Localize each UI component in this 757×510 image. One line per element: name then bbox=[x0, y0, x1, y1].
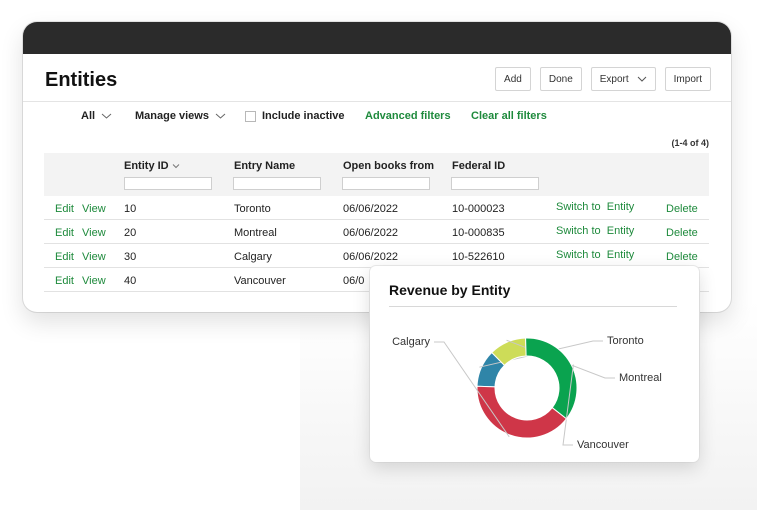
open-books-cell: 06/06/2022 bbox=[343, 251, 399, 263]
chevron-down-icon bbox=[215, 113, 226, 119]
edit-link[interactable]: Edit bbox=[55, 203, 74, 215]
table-row: Edit View 30 Calgary 06/06/2022 10-52261… bbox=[44, 244, 709, 268]
column-header-open-books[interactable]: Open books from bbox=[343, 160, 434, 172]
filter-bar: All Manage views Include inactive Advanc… bbox=[23, 102, 731, 132]
sort-chevron-icon bbox=[172, 164, 179, 169]
manage-views-label: Manage views bbox=[135, 110, 209, 122]
switch-entity-link[interactable]: Switch to Entity bbox=[556, 201, 634, 213]
federal-id-cell: 10-522610 bbox=[452, 251, 505, 263]
entry-name-cell: Montreal bbox=[234, 227, 277, 239]
open-books-filter-input[interactable] bbox=[342, 177, 430, 190]
entity-id-cell: 10 bbox=[124, 203, 137, 215]
manage-views-dropdown[interactable]: Manage views bbox=[135, 110, 226, 122]
legend-label-toronto: Toronto bbox=[607, 335, 644, 347]
add-button[interactable]: Add bbox=[495, 67, 531, 91]
import-button-label: Import bbox=[673, 73, 702, 85]
entry-name-cell: Calgary bbox=[234, 251, 272, 263]
delete-link[interactable]: Delete bbox=[666, 227, 698, 239]
record-count: (1-4 of 4) bbox=[671, 138, 709, 148]
include-inactive-label: Include inactive bbox=[262, 110, 345, 122]
open-books-cell: 06/06/2022 bbox=[343, 227, 399, 239]
delete-link[interactable]: Delete bbox=[666, 203, 698, 215]
advanced-filters-link[interactable]: Advanced filters bbox=[365, 110, 451, 122]
entity-id-cell: 30 bbox=[124, 251, 137, 263]
table-header: Entity ID Entry Name Open books from Fed… bbox=[44, 153, 709, 196]
toolbar: Add Done Export Import bbox=[495, 67, 711, 91]
chevron-down-icon bbox=[637, 76, 647, 82]
edit-link[interactable]: Edit bbox=[55, 275, 74, 287]
view-selector-label: All bbox=[81, 110, 96, 122]
done-button-label: Done bbox=[548, 73, 573, 85]
column-header-federal-id[interactable]: Federal ID bbox=[452, 160, 505, 172]
entry-name-cell: Vancouver bbox=[234, 275, 286, 287]
table-row: Edit View 20 Montreal 06/06/2022 10-0008… bbox=[44, 220, 709, 244]
legend-label-vancouver: Vancouver bbox=[577, 439, 629, 451]
add-button-label: Add bbox=[504, 73, 522, 85]
switch-entity-link[interactable]: Switch to Entity bbox=[556, 249, 634, 261]
entry-name-filter-input[interactable] bbox=[233, 177, 321, 190]
table-row: Edit View 10 Toronto 06/06/2022 10-00002… bbox=[44, 196, 709, 220]
import-button[interactable]: Import bbox=[664, 67, 711, 91]
column-header-label: Entity ID bbox=[124, 160, 169, 172]
window-titlebar bbox=[23, 22, 731, 54]
entry-name-cell: Toronto bbox=[234, 203, 271, 215]
edit-link[interactable]: Edit bbox=[55, 227, 74, 239]
column-header-entity-id[interactable]: Entity ID bbox=[124, 160, 180, 172]
switch-entity-link[interactable]: Switch to Entity bbox=[556, 225, 634, 237]
federal-id-cell: 10-000023 bbox=[452, 203, 505, 215]
donut-slice-vancouver bbox=[525, 337, 578, 420]
legend-label-calgary: Calgary bbox=[392, 336, 430, 348]
include-inactive-toggle[interactable]: Include inactive bbox=[245, 110, 345, 122]
view-link[interactable]: View bbox=[82, 275, 106, 287]
include-inactive-checkbox[interactable] bbox=[245, 110, 256, 122]
column-header-entry-name[interactable]: Entry Name bbox=[234, 160, 295, 172]
view-link[interactable]: View bbox=[82, 251, 106, 263]
chevron-down-icon bbox=[101, 113, 112, 119]
clear-filters-link[interactable]: Clear all filters bbox=[471, 110, 547, 122]
edit-link[interactable]: Edit bbox=[55, 251, 74, 263]
open-books-cell: 06/06/2022 bbox=[343, 203, 399, 215]
entity-id-cell: 20 bbox=[124, 227, 137, 239]
view-link[interactable]: View bbox=[82, 227, 106, 239]
donut-slice-calgary bbox=[476, 385, 568, 439]
delete-link[interactable]: Delete bbox=[666, 251, 698, 263]
view-selector-all[interactable]: All bbox=[81, 110, 112, 122]
revenue-chart-card: Revenue by Entity Toronto Montreal Vancouv… bbox=[370, 266, 699, 462]
donut-chart: Toronto Montreal Vancouver Calgary bbox=[392, 335, 662, 451]
done-button[interactable]: Done bbox=[539, 67, 582, 91]
stage: Entities Add Done Export Import All Mana… bbox=[0, 0, 757, 510]
page-title: Entities bbox=[45, 69, 118, 91]
view-link[interactable]: View bbox=[82, 203, 106, 215]
federal-id-filter-input[interactable] bbox=[451, 177, 539, 190]
open-books-cell: 06/0 bbox=[343, 275, 365, 287]
export-button-label: Export bbox=[599, 73, 629, 85]
entity-id-filter-input[interactable] bbox=[124, 177, 212, 190]
export-button[interactable]: Export bbox=[590, 67, 656, 91]
page-header: Entities Add Done Export Import bbox=[23, 54, 731, 102]
entity-id-cell: 40 bbox=[124, 275, 137, 287]
federal-id-cell: 10-000835 bbox=[452, 227, 505, 239]
legend-label-montreal: Montreal bbox=[619, 372, 662, 384]
